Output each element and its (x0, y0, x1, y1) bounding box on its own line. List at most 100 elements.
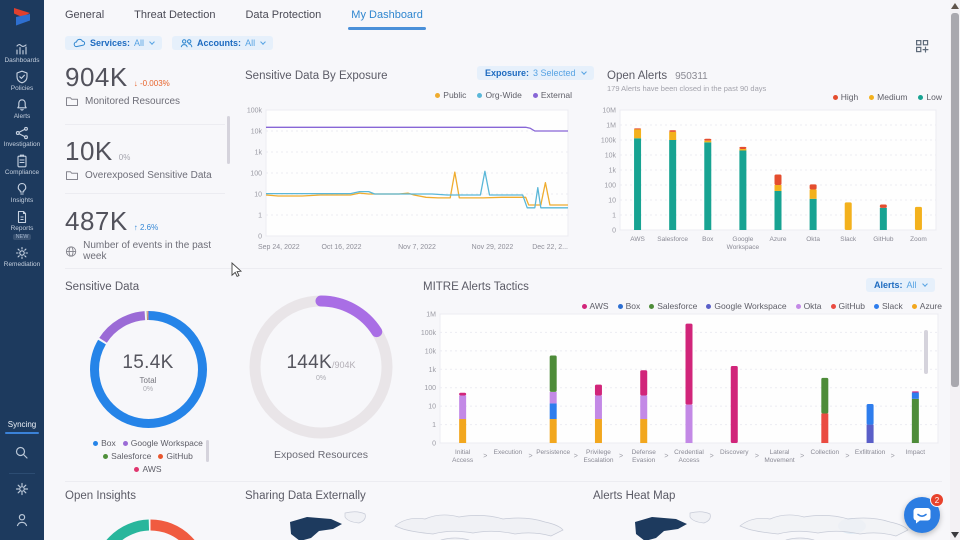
mitre-alerts-dropdown[interactable]: Alerts: All (866, 278, 935, 292)
divider (65, 268, 942, 269)
stat-delta: ↓ -0.003% (134, 79, 170, 88)
svg-text:AWS: AWS (630, 236, 645, 243)
svg-text:1: 1 (432, 422, 436, 429)
network-icon (15, 126, 29, 140)
sidebar-footer: Syncing (5, 420, 39, 540)
open-alerts-legend: High Medium Low (592, 92, 942, 102)
sidebar-item-reports[interactable]: Reports NEW (11, 210, 34, 240)
tab-data-protection[interactable]: Data Protection (245, 0, 321, 30)
open-alerts-count: 950311 (675, 71, 708, 82)
mouse-cursor (231, 262, 245, 284)
stat-label: Number of events in the past week (83, 240, 227, 262)
open-insights-donut (63, 513, 238, 540)
svg-text:0: 0 (612, 228, 616, 235)
svg-text:0: 0 (432, 441, 436, 448)
exposure-dropdown[interactable]: Exposure: 3 Selected (477, 66, 594, 80)
legend-item[interactable]: Low (918, 92, 942, 102)
filter-bar: Services: All Accounts: All (65, 36, 273, 50)
svg-text:Sep 24, 2022: Sep 24, 2022 (258, 244, 300, 251)
scroll-down-arrow[interactable] (951, 532, 959, 538)
svg-text:10: 10 (254, 192, 262, 199)
sidebar-item-policies[interactable]: Policies (11, 70, 33, 92)
sidebar-item-label: Insights (11, 197, 33, 204)
sidebar-item-investigation[interactable]: Investigation (4, 126, 41, 148)
sidebar-item-label: Investigation (4, 141, 41, 148)
legend-item[interactable]: Medium (869, 92, 907, 102)
folder-icon (65, 170, 79, 181)
sidebar-item-label: Alerts (14, 113, 31, 120)
svg-text:GitHub: GitHub (873, 236, 894, 243)
sidebar-item-remediation[interactable]: Remediation (4, 246, 41, 268)
svg-text:1M: 1M (606, 123, 616, 130)
dashboards-icon (15, 42, 29, 56)
mitre-bar-chart: 01101001k10k100k1MInitialAccess>Executio… (414, 308, 944, 473)
services-filter[interactable]: Services: All (65, 36, 162, 50)
mitre-title: MITRE Alerts Tactics (423, 281, 529, 293)
services-filter-value: All (134, 38, 144, 48)
sidebar-item-label: Dashboards (4, 57, 39, 64)
exposure-dropdown-value: 3 Selected (533, 68, 576, 78)
svg-text:Salesforce: Salesforce (657, 236, 688, 243)
tab-threat-detection[interactable]: Threat Detection (134, 0, 215, 30)
legend-scrollbar[interactable] (206, 440, 209, 462)
add-widget-button[interactable] (916, 40, 929, 58)
sidebar-item-compliance[interactable]: Compliance (5, 154, 39, 176)
scroll-up-arrow[interactable] (951, 3, 959, 9)
accounts-filter[interactable]: Accounts: All (172, 36, 273, 50)
svg-text:10: 10 (608, 198, 616, 205)
legend-item[interactable]: Box (93, 438, 116, 448)
sidebar: Dashboards Policies Alerts Investigation (0, 0, 44, 540)
legend-item[interactable]: GitHub (158, 451, 192, 461)
legend-item[interactable]: High (833, 92, 858, 102)
logo-icon (9, 5, 35, 31)
accounts-filter-label: Accounts: (197, 38, 241, 48)
legend-item[interactable]: Google Workspace (123, 438, 203, 448)
svg-text:10: 10 (428, 404, 436, 411)
stat-events-past-week: 487K ↑ 2.6% Number of events in the past… (65, 208, 227, 262)
svg-text:>: > (800, 453, 804, 460)
mitre-scrollbar[interactable] (924, 330, 928, 374)
alerts-heatmap-title: Alerts Heat Map (593, 490, 675, 502)
legend-item[interactable]: AWS (134, 464, 161, 474)
svg-text:Oct 16, 2022: Oct 16, 2022 (321, 244, 361, 251)
tab-general[interactable]: General (65, 0, 104, 30)
cloud-icon (73, 38, 86, 48)
svg-text:>: > (891, 453, 895, 460)
search-button[interactable] (14, 445, 30, 466)
sidebar-item-alerts[interactable]: Alerts (14, 98, 31, 120)
legend-item[interactable]: Org-Wide (477, 90, 521, 100)
syncing-progress-bar (5, 432, 39, 435)
svg-text:Movement: Movement (764, 457, 795, 464)
svg-text:>: > (710, 453, 714, 460)
gear-icon (14, 481, 30, 497)
legend-item[interactable]: External (533, 90, 572, 100)
divider (9, 473, 35, 474)
alerts-heatmap-map (590, 510, 922, 540)
stat-label: Monitored Resources (85, 96, 180, 107)
svg-text:>: > (845, 453, 849, 460)
exposed-resources-caption: Exposed Resources (260, 449, 382, 461)
stats-scrollbar[interactable] (227, 116, 230, 164)
svg-text:>: > (664, 453, 668, 460)
sidebar-item-label: Remediation (4, 261, 41, 268)
app-logo[interactable] (9, 5, 35, 36)
clipboard-icon (15, 154, 29, 168)
tab-my-dashboard[interactable]: My Dashboard (351, 0, 423, 30)
stat-delta: 0% (119, 153, 131, 162)
open-insights-title: Open Insights (65, 490, 136, 502)
page-scrollbar[interactable] (950, 0, 960, 540)
chat-icon (912, 507, 932, 524)
sidebar-item-dashboards[interactable]: Dashboards (4, 42, 39, 64)
sidebar-item-insights[interactable]: Insights (11, 182, 33, 204)
stat-delta: ↑ 2.6% (134, 223, 158, 232)
settings-button[interactable] (14, 481, 30, 502)
exposure-chart-title: Sensitive Data By Exposure (245, 70, 388, 82)
scrollbar-thumb[interactable] (951, 13, 959, 387)
svg-text:Access: Access (452, 457, 474, 464)
profile-button[interactable] (14, 512, 30, 533)
chevron-down-icon (922, 281, 928, 287)
svg-text:10k: 10k (605, 153, 617, 160)
stat-value: 904K (65, 64, 128, 90)
legend-item[interactable]: Public (435, 90, 466, 100)
legend-item[interactable]: Salesforce (103, 451, 151, 461)
